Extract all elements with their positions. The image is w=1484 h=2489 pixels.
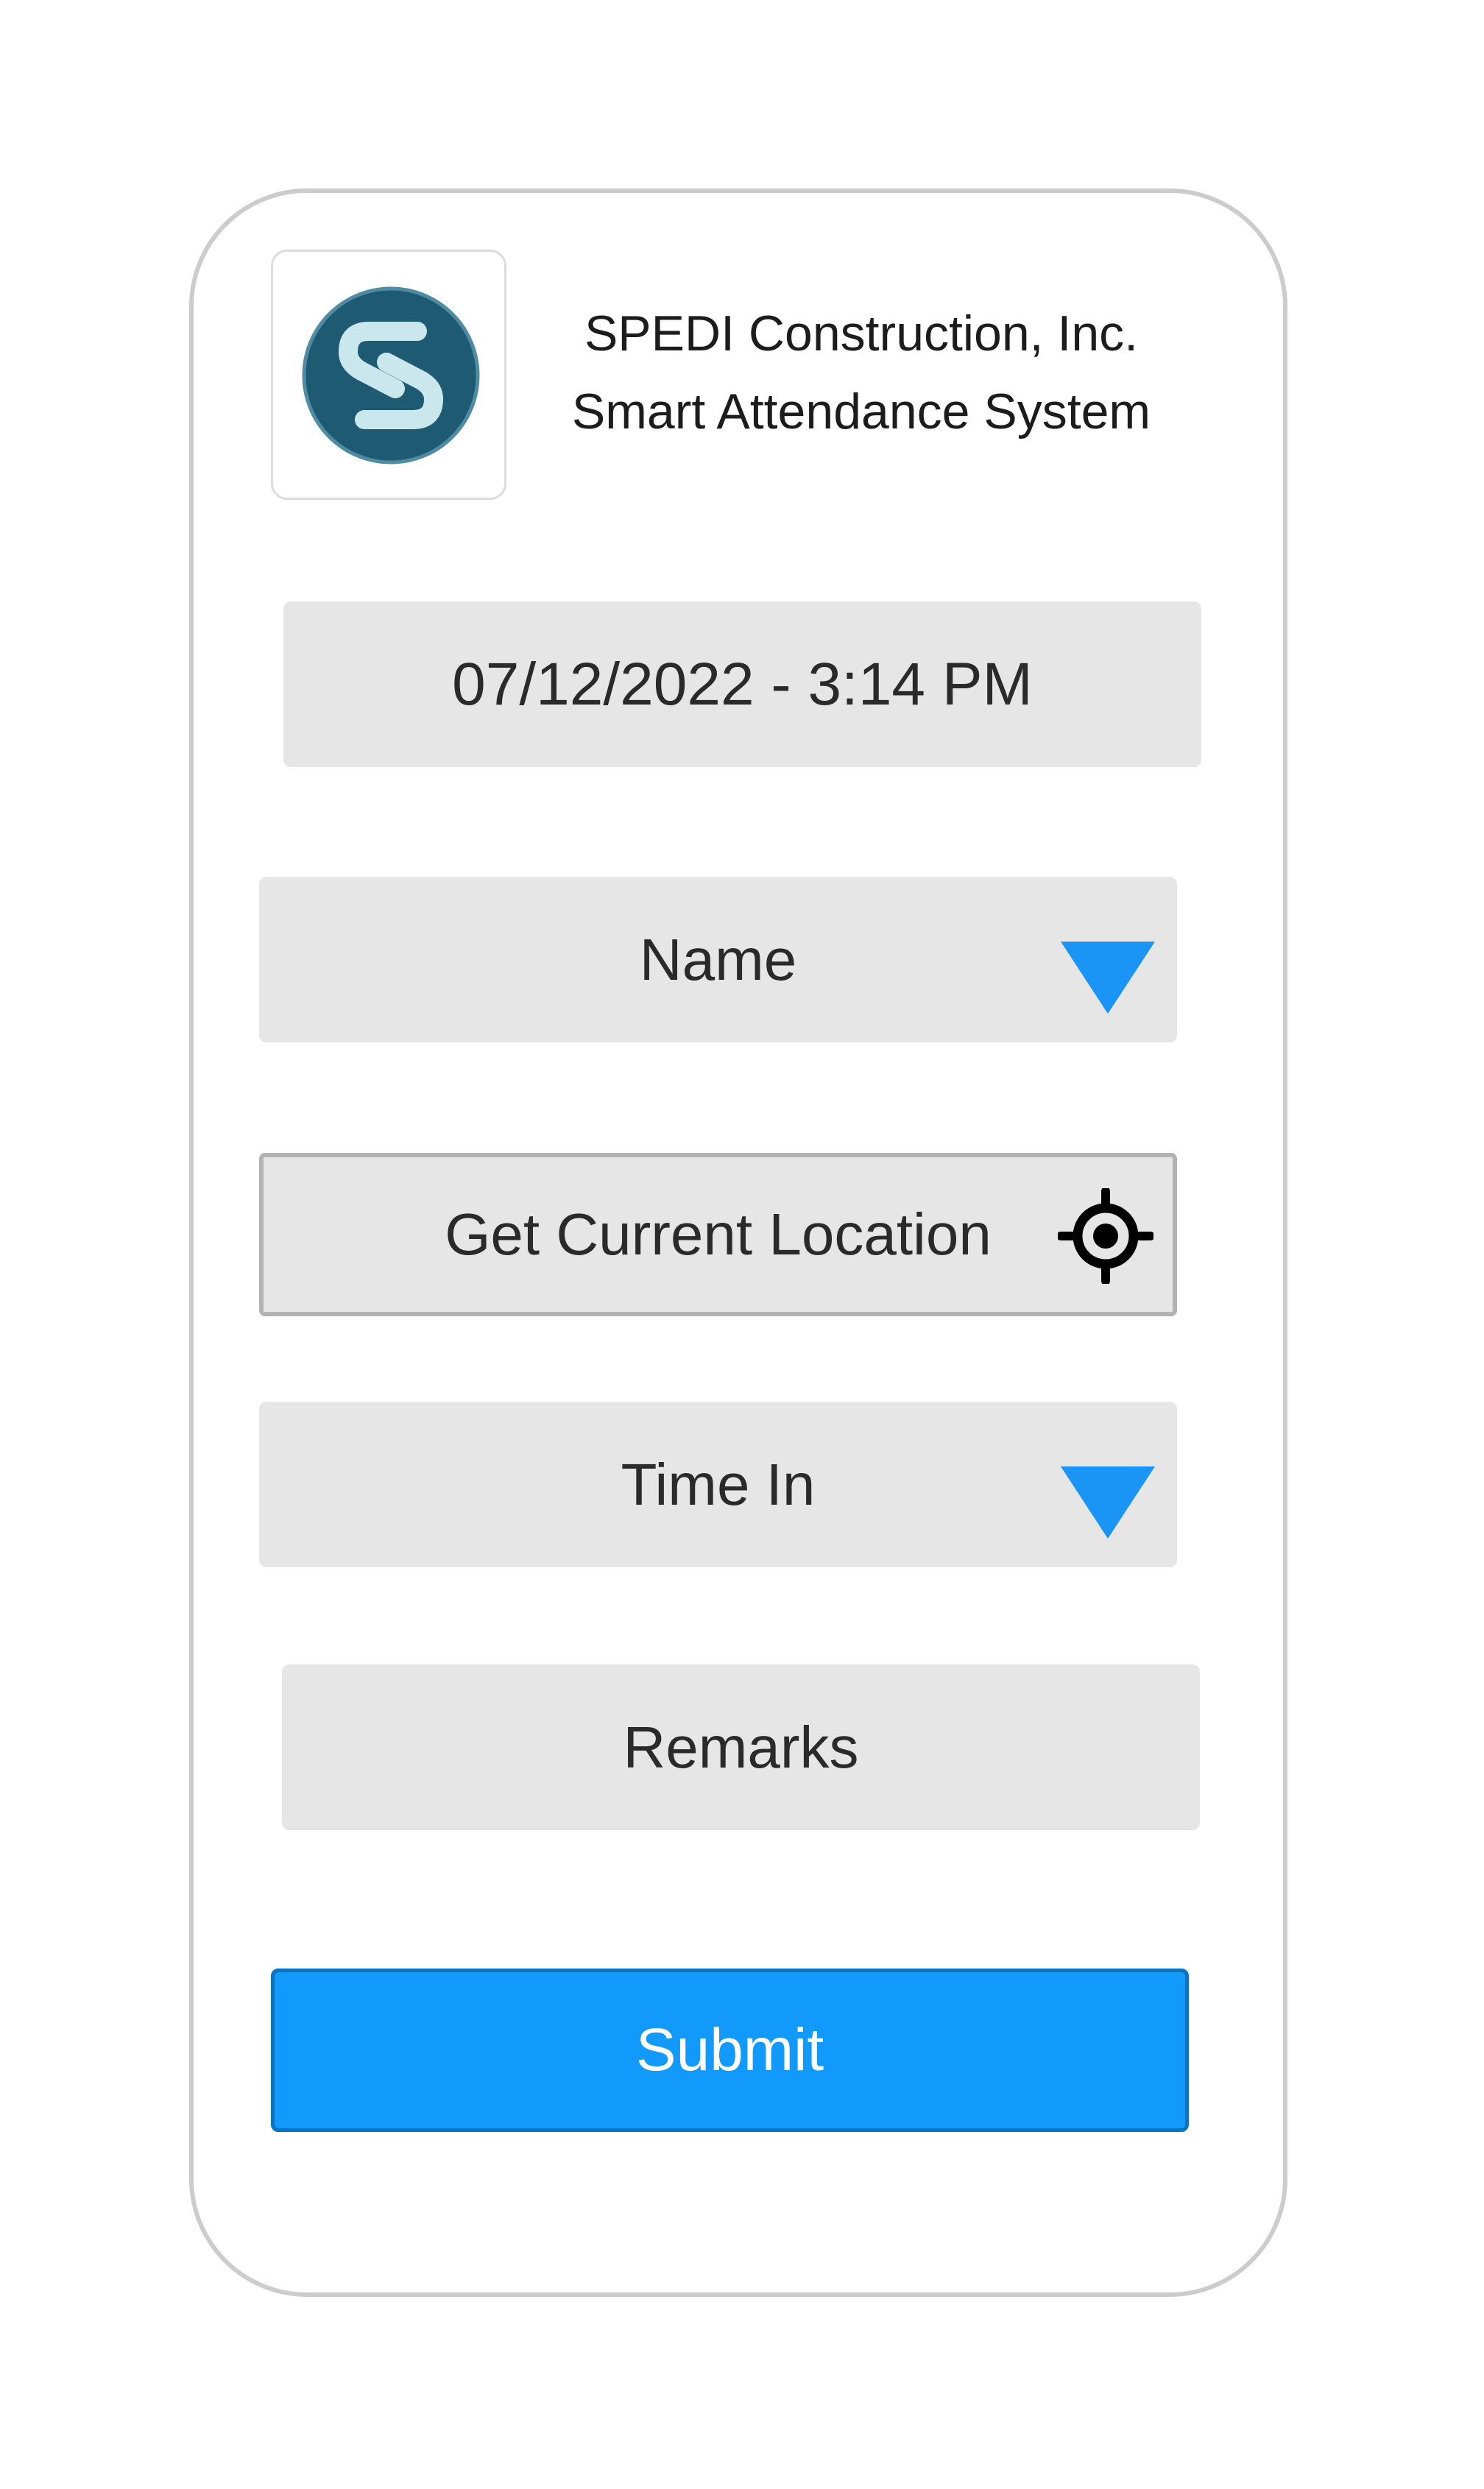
company-logo — [271, 250, 506, 500]
name-select[interactable]: Name — [259, 877, 1177, 1042]
datetime-value: 07/12/2022 - 3:14 PM — [452, 650, 1033, 718]
crosshair-icon — [1058, 1188, 1153, 1284]
time-in-label: Time In — [621, 1451, 816, 1517]
submit-label: Submit — [635, 2016, 824, 2083]
remarks-label: Remarks — [623, 1714, 859, 1780]
time-in-select[interactable]: Time In — [259, 1402, 1177, 1567]
system-name: Smart Attendance System — [571, 384, 1151, 439]
spedi-logo-icon — [302, 286, 480, 465]
datetime-display: 07/12/2022 - 3:14 PM — [283, 601, 1201, 767]
submit-button[interactable]: Submit — [271, 1969, 1189, 2132]
chevron-down-icon — [1061, 1466, 1155, 1539]
get-location-label: Get Current Location — [445, 1201, 992, 1267]
remarks-input[interactable]: Remarks — [282, 1664, 1200, 1830]
company-heading: SPEDI Construction, Inc. Smart Attendanc… — [530, 294, 1192, 451]
get-location-button[interactable]: Get Current Location — [259, 1153, 1177, 1316]
name-select-label: Name — [639, 926, 797, 992]
company-name: SPEDI Construction, Inc. — [584, 306, 1139, 361]
chevron-down-icon — [1061, 942, 1155, 1014]
